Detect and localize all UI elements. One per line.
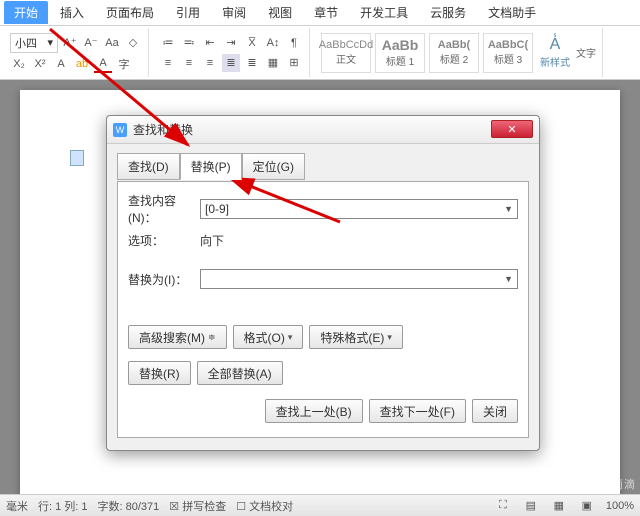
font-size-select[interactable]: 小四▾ <box>10 33 58 53</box>
format-button[interactable]: 格式(O)▾ <box>233 325 304 349</box>
replace-panel: 查找内容(N)： [0-9]▼ 选项： 向下 替换为(I)： ▼ 高级搜索(M)… <box>117 181 529 438</box>
find-input[interactable]: [0-9]▼ <box>200 199 518 219</box>
tab-section[interactable]: 章节 <box>304 1 348 24</box>
decrease-font-icon[interactable]: A⁻ <box>82 34 100 52</box>
new-style-button[interactable]: A̾新样式 <box>540 36 570 69</box>
options-label: 选项： <box>128 232 200 249</box>
align-center-icon[interactable]: ≡ <box>180 54 198 72</box>
tab-start[interactable]: 开始 <box>4 1 48 24</box>
close-button[interactable]: 关闭 <box>472 399 518 423</box>
style-h1[interactable]: AaBb标题 1 <box>375 33 425 73</box>
borders-icon[interactable]: ⊞ <box>285 54 303 72</box>
align-right-icon[interactable]: ≡ <box>201 54 219 72</box>
shading-icon[interactable]: ▦ <box>264 54 282 72</box>
line-spacing-icon[interactable]: A↕ <box>264 34 282 52</box>
tab-review[interactable]: 审阅 <box>212 1 256 24</box>
page-break-icon <box>70 150 84 166</box>
app-icon: W <box>113 123 127 137</box>
statusbar: 毫米 行: 1 列: 1 字数: 80/371 ☒ 拼写检查 ☐ 文档校对 ⛶ … <box>0 494 640 516</box>
find-replace-dialog: W 查找和替换 ✕ 查找(D) 替换(P) 定位(G) 查找内容(N)： [0-… <box>106 115 540 451</box>
font-size-value: 小四 <box>15 35 37 51</box>
subscript-icon[interactable]: X₂ <box>10 55 28 73</box>
replace-label: 替换为(I)： <box>128 271 200 288</box>
dialog-titlebar[interactable]: W 查找和替换 ✕ <box>107 116 539 144</box>
tab-goto[interactable]: 定位(G) <box>242 153 305 180</box>
text-tools[interactable]: 文字 <box>576 45 596 60</box>
tab-cloud[interactable]: 云服务 <box>420 1 476 24</box>
find-next-button[interactable]: 查找下一处(F) <box>369 399 466 423</box>
advanced-search-button[interactable]: 高级搜索(M)≑ <box>128 325 227 349</box>
sort-icon[interactable]: X̅ <box>243 34 261 52</box>
style-h2[interactable]: AaBb(标题 2 <box>429 33 479 73</box>
char-shading-icon[interactable]: 字 <box>115 55 133 73</box>
ribbon-tabs: 开始 插入 页面布局 引用 审阅 视图 章节 开发工具 云服务 文档助手 <box>0 0 640 26</box>
indent-dec-icon[interactable]: ⇤ <box>201 34 219 52</box>
superscript-icon[interactable]: X² <box>31 55 49 73</box>
tab-insert[interactable]: 插入 <box>50 1 94 24</box>
tab-replace[interactable]: 替换(P) <box>180 153 242 180</box>
special-format-button[interactable]: 特殊格式(E)▾ <box>309 325 403 349</box>
replace-all-button[interactable]: 全部替换(A) <box>197 361 283 385</box>
align-left-icon[interactable]: ≡ <box>159 54 177 72</box>
watermark: 小雨滴 <box>600 476 636 492</box>
style-normal[interactable]: AaBbCcDd正文 <box>321 33 371 73</box>
find-prev-button[interactable]: 查找上一处(B) <box>265 399 363 423</box>
close-icon[interactable]: ✕ <box>491 120 533 138</box>
indent-inc-icon[interactable]: ⇥ <box>222 34 240 52</box>
tab-ref[interactable]: 引用 <box>166 1 210 24</box>
status-spell[interactable]: ☒ 拼写检查 <box>169 498 226 514</box>
change-case-icon[interactable]: Aa <box>103 34 121 52</box>
bullets-icon[interactable]: ≔ <box>159 34 177 52</box>
font-color-icon[interactable]: A <box>94 55 112 73</box>
view-print-icon[interactable]: ▤ <box>522 497 540 515</box>
view-web-icon[interactable]: ▣ <box>578 497 596 515</box>
status-zoom[interactable]: 100% <box>606 500 634 512</box>
chevron-down-icon[interactable]: ▼ <box>504 204 513 214</box>
view-outline-icon[interactable]: ▦ <box>550 497 568 515</box>
chevron-down-icon[interactable]: ▼ <box>504 274 513 284</box>
replace-button[interactable]: 替换(R) <box>128 361 191 385</box>
align-justify-icon[interactable]: ≣ <box>222 54 240 72</box>
tab-dev[interactable]: 开发工具 <box>350 1 418 24</box>
status-proof[interactable]: ☐ 文档校对 <box>236 498 293 514</box>
char-effect-icon[interactable]: A <box>52 55 70 73</box>
tab-layout[interactable]: 页面布局 <box>96 1 164 24</box>
ribbon: 小四▾ A⁺ A⁻ Aa ◇ X₂ X² A ab A 字 ≔ ≕ ⇤ ⇥ X̅… <box>0 26 640 80</box>
status-words[interactable]: 字数: 80/371 <box>98 498 160 514</box>
options-value: 向下 <box>200 232 224 249</box>
tab-view[interactable]: 视图 <box>258 1 302 24</box>
tab-helper[interactable]: 文档助手 <box>478 1 546 24</box>
status-unit: 毫米 <box>6 498 28 514</box>
tab-find[interactable]: 查找(D) <box>117 153 180 180</box>
highlight-icon[interactable]: ab <box>73 55 91 73</box>
show-marks-icon[interactable]: ¶ <box>285 34 303 52</box>
distribute-icon[interactable]: ≣ <box>243 54 261 72</box>
find-label: 查找内容(N)： <box>128 192 200 226</box>
clear-format-icon[interactable]: ◇ <box>124 34 142 52</box>
status-pos: 行: 1 列: 1 <box>38 498 88 514</box>
dialog-tabs: 查找(D) 替换(P) 定位(G) <box>117 152 529 179</box>
replace-input[interactable]: ▼ <box>200 269 518 289</box>
view-fullscreen-icon[interactable]: ⛶ <box>494 497 512 515</box>
style-h3[interactable]: AaBbC(标题 3 <box>483 33 533 73</box>
numbering-icon[interactable]: ≕ <box>180 34 198 52</box>
increase-font-icon[interactable]: A⁺ <box>61 34 79 52</box>
dialog-title: 查找和替换 <box>133 121 193 138</box>
